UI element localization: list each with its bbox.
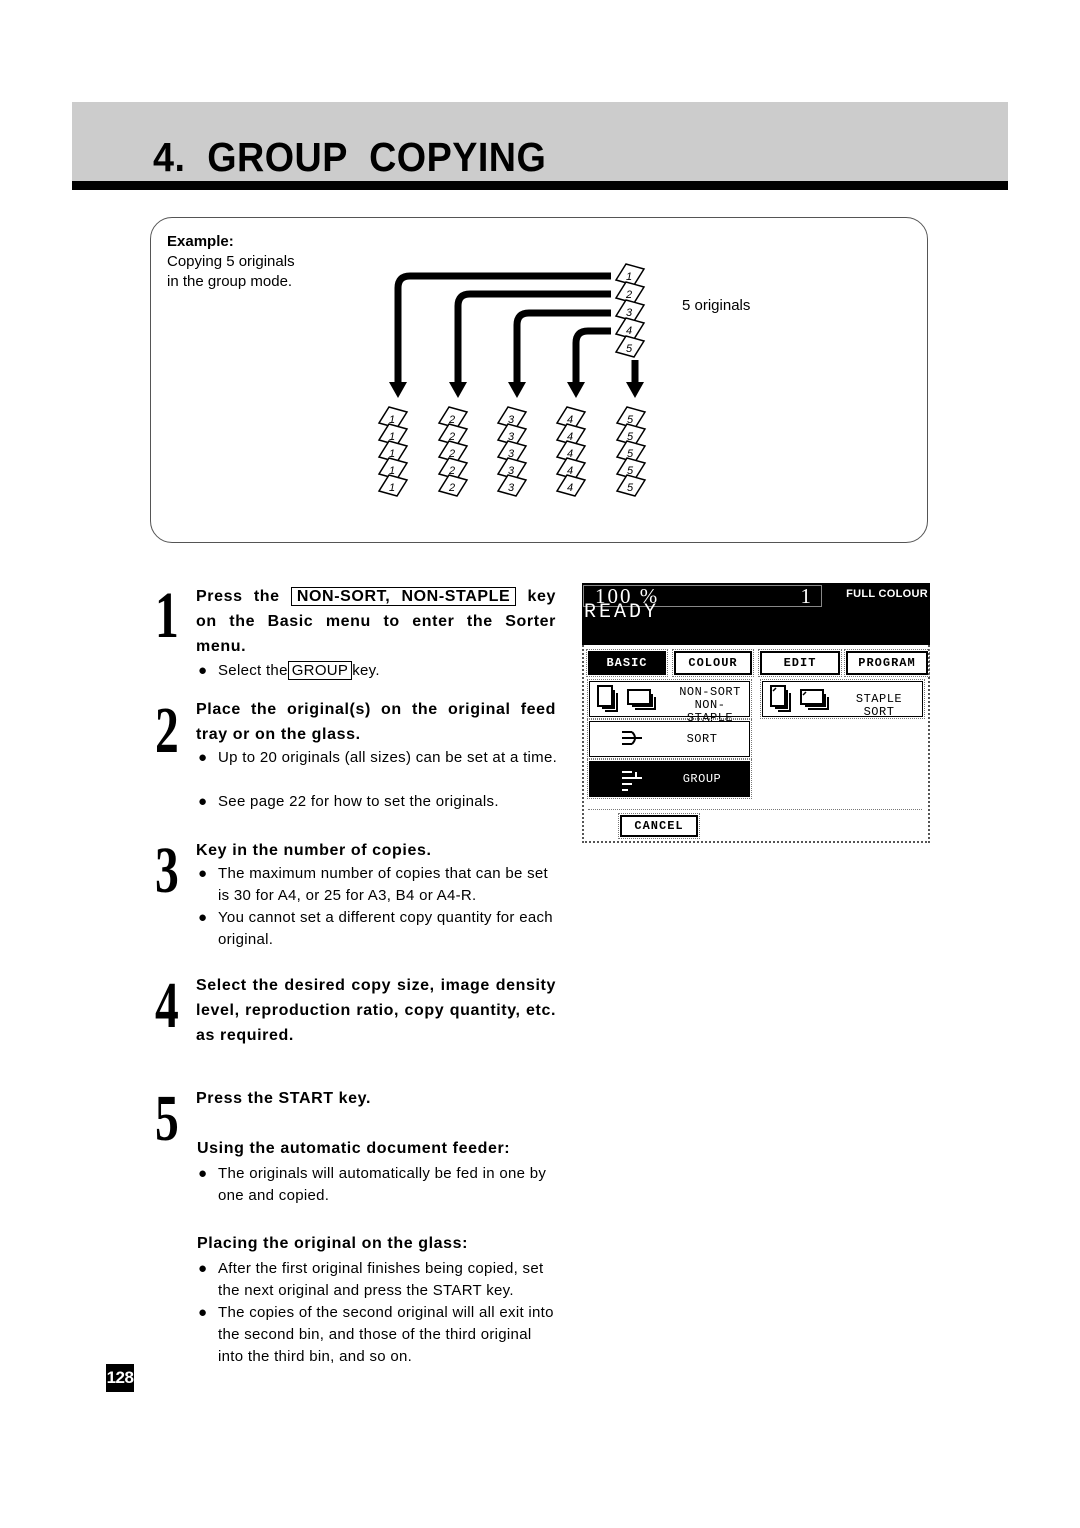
group-key: GROUP [287,661,353,680]
bullet-text: key. [352,662,380,679]
step-5-heading: Press the START key. [196,1090,372,1107]
original-stack: 1 2 3 4 5 [614,263,646,358]
original-sheet: 3 [614,299,646,322]
bullet-icon: ● [198,909,208,926]
sheet-number: 3 [508,482,515,494]
step-number: 2 [155,694,179,767]
copier-control-panel: 100 % 1 FULL COLOUR READY BASIC COLOUR E… [582,583,930,845]
bullet-text: See page 22 for how to set the originals… [218,793,499,810]
arrowhead [508,382,526,398]
bullet-icon: ● [198,1304,208,1321]
tab-edit[interactable]: EDIT [758,649,842,677]
bullet-text: After the first original finishes being … [218,1260,544,1299]
arrowhead [567,382,585,398]
status-message: READY [584,601,660,624]
tab-colour[interactable]: COLOUR [672,649,754,677]
copy-sheet: 2 [437,474,469,497]
step-1-heading: Press the NON-SORT, NON-STAPLE key on th… [196,584,556,659]
arrowhead [389,382,407,398]
group-button[interactable]: GROUP [587,759,752,799]
copy-sheet: 4 [555,474,587,497]
non-sort-non-staple-key: NON-SORT, NON-STAPLE [290,587,517,606]
tab-program[interactable]: PROGRAM [844,649,930,677]
bullet-item: ● Select the GROUP key. [198,660,558,682]
bullet-item: ● See page 22 for how to set the original… [198,791,558,813]
adf-subheading: Using the automatic document feeder: [197,1140,511,1157]
step-text: Press the [196,588,291,605]
staple-sort-button[interactable]: STAPLE SORT [760,679,925,719]
distribution-arrows [394,272,639,382]
group-copying-diagram: 12345 1111122222333334444455555 [377,263,647,497]
sheet-number: 2 [448,482,455,494]
non-sort-non-staple-button[interactable]: NON-SORT NON-STAPLE [587,679,752,725]
sheet-number: 5 [626,343,633,355]
sort-icon [622,731,642,745]
sheet-number: 4 [567,482,573,494]
stapled-stack-icon [770,685,829,712]
original-sheet: 5 [614,335,646,358]
bullet-icon: ● [198,865,208,882]
original-sheet: 1 [614,263,646,286]
bullet-text: The maximum number of copies that can be… [218,865,549,904]
document-stack-icon [597,685,656,712]
tab-basic[interactable]: BASIC [586,649,668,677]
step-4-heading: Select the desired copy size, image dens… [196,977,556,1044]
bullet-icon: ● [198,1260,208,1277]
bullet-text: You cannot set a different copy quantity… [218,909,553,948]
bullet-item: ● The maximum number of copies that can b… [198,863,558,907]
bullet-text: The originals will automatically be fed … [218,1165,547,1204]
distribution-arrow [513,309,611,382]
bullet-icon: ● [198,749,208,766]
sheet-number: 4 [626,325,632,337]
button-label: STAPLE SORT [855,692,903,719]
page-number: 128 [106,1364,134,1392]
arrowheads [389,382,644,398]
sheet-number: 5 [627,482,634,494]
step-number: 3 [155,834,179,907]
status-display: 100 % 1 FULL COLOUR READY [582,583,930,645]
bullet-text: Up to 20 originals (all sizes) can be se… [218,749,558,766]
copy-sheet: 3 [496,474,528,497]
bullet-item: ● You cannot set a different copy quantit… [198,907,558,951]
cancel-button[interactable]: CANCEL [618,813,700,839]
colour-mode: FULL COLOUR [846,588,928,600]
sheet-number: 1 [389,482,395,494]
bullet-text: Select the [218,662,288,679]
sheet-number: 2 [625,289,632,301]
panel-divider [588,809,922,810]
bullet-icon: ● [198,1165,208,1182]
copy-quantity: 1 [800,584,812,608]
bullet-item: ● After the first original finishes being… [198,1258,558,1302]
step-number: 5 [155,1082,179,1155]
original-sheet: 4 [614,317,646,340]
arrowhead [626,382,644,398]
group-icon [622,771,642,791]
original-sheet: 2 [614,281,646,304]
sheet-number: 1 [626,271,632,283]
arrowhead [449,382,467,398]
glass-subheading: Placing the original on the glass: [197,1235,469,1252]
bullet-item: ● The originals will automatically be fed… [198,1163,558,1207]
bullet-icon: ● [198,662,208,679]
step-2-heading: Place the original(s) on the original fe… [196,701,556,743]
sort-button[interactable]: SORT [587,719,752,759]
step-number: 1 [155,579,179,652]
step-3-heading: Key in the number of copies. [196,842,432,859]
step-number: 4 [155,969,179,1042]
copy-sheet: 1 [377,474,409,497]
copy-sheet: 5 [615,474,647,497]
button-label: SORT [686,732,718,746]
bullet-icon: ● [198,793,208,810]
bullet-item: ● Up to 20 originals (all sizes) can be s… [198,747,558,769]
sheet-number: 3 [626,307,633,319]
output-bins: 1111122222333334444455555 [377,406,647,497]
bullet-text: The copies of the second original will a… [218,1304,554,1365]
button-label: GROUP [682,772,722,786]
distribution-arrow [572,327,611,382]
distribution-arrow [454,290,611,382]
bullet-item: ● The copies of the second original will … [198,1302,558,1368]
